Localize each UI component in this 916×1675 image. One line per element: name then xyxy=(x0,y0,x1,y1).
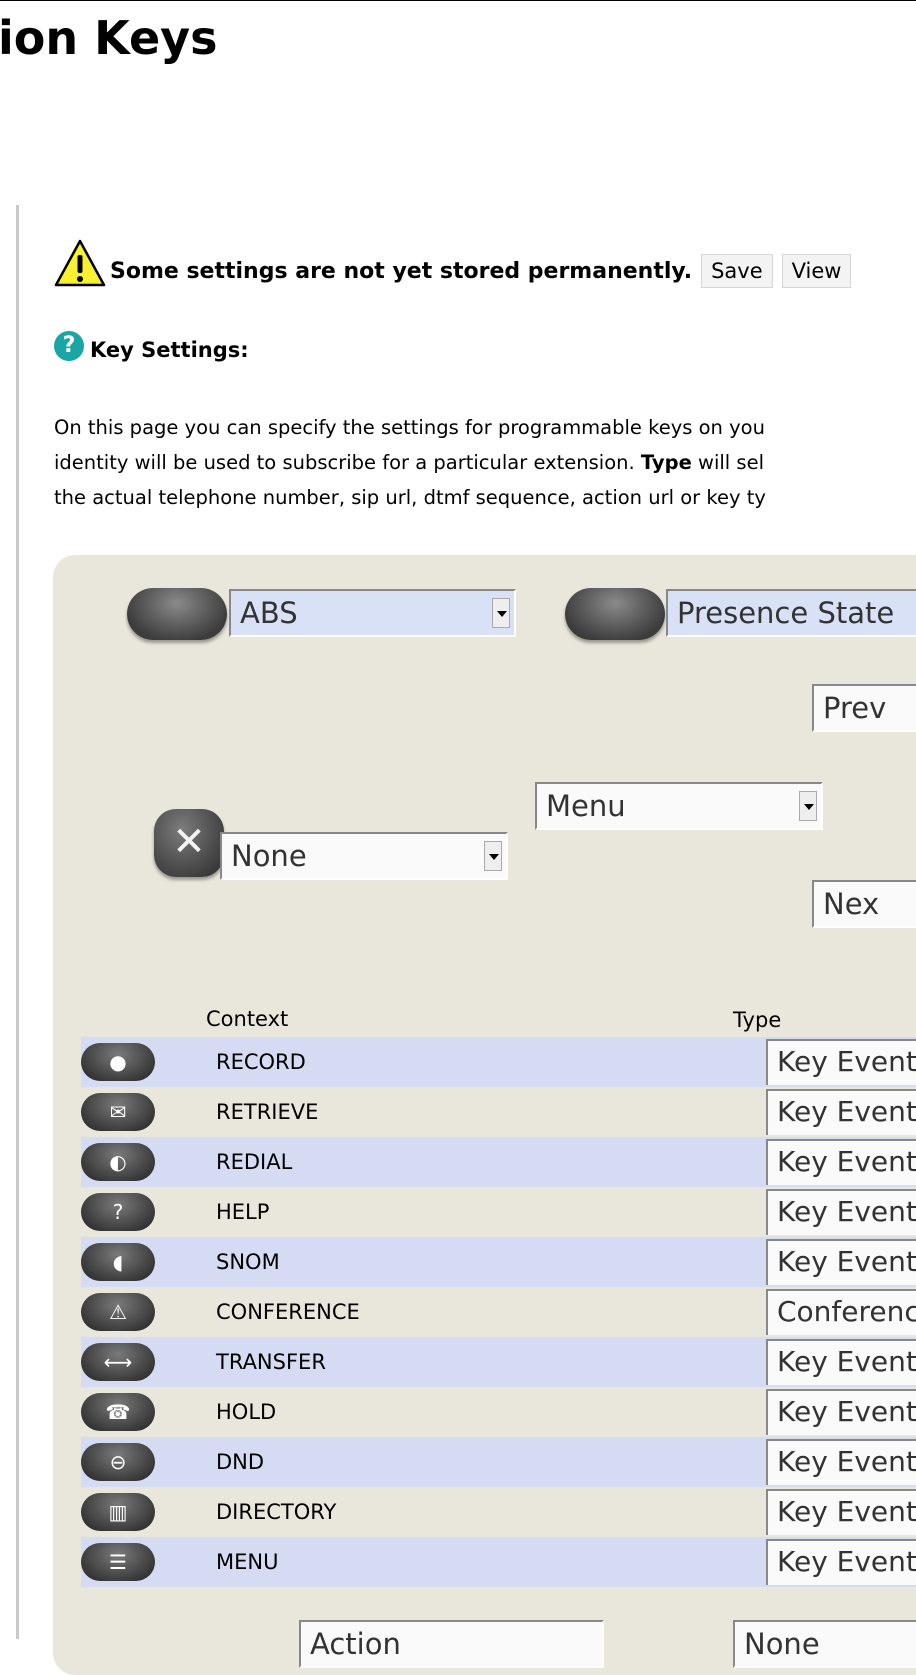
row-context: MENU xyxy=(216,1550,279,1574)
cancel-key: ✕ xyxy=(154,809,224,877)
table-row: ? HELP Key Event xyxy=(81,1187,916,1237)
bottom-right-select[interactable]: None xyxy=(733,1620,916,1668)
page-title: ion Keys xyxy=(0,11,218,65)
row-context: DIRECTORY xyxy=(216,1500,337,1524)
row-type-select[interactable]: Conferenc xyxy=(766,1289,916,1335)
row-context: HELP xyxy=(216,1200,270,1224)
table-row: ☰ MENU Key Event xyxy=(81,1537,916,1587)
key-settings-label: Key Settings: xyxy=(90,338,249,362)
key-settings-heading: ? Key Settings: xyxy=(54,330,249,362)
left-function-key-select[interactable]: ABS xyxy=(229,589,516,637)
row-context: RECORD xyxy=(216,1050,306,1074)
redial-icon: ◐ xyxy=(81,1143,155,1181)
description-line-2: identity will be used to subscribe for a… xyxy=(54,451,764,474)
table-row: ◖ SNOM Key Event xyxy=(81,1237,916,1287)
row-type-select[interactable]: Key Event xyxy=(766,1489,916,1535)
table-row: ▥ DIRECTORY Key Event xyxy=(81,1487,916,1537)
table-row: ● RECORD Key Event xyxy=(81,1037,916,1087)
left-function-key xyxy=(127,588,227,640)
row-type-select[interactable]: Key Event xyxy=(766,1139,916,1185)
row-type-select[interactable]: Key Event xyxy=(766,1189,916,1235)
retrieve-icon: ✉ xyxy=(81,1093,155,1131)
close-icon: ✕ xyxy=(172,819,206,865)
row-type-select[interactable]: Key Event xyxy=(766,1539,916,1585)
right-function-key xyxy=(565,588,665,640)
directory-icon: ▥ xyxy=(81,1493,155,1531)
menu-icon: ☰ xyxy=(81,1543,155,1581)
warning-bar: Some settings are not yet stored permane… xyxy=(54,232,852,288)
chevron-down-icon xyxy=(799,791,817,821)
save-button[interactable]: Save xyxy=(701,254,773,288)
table-row: ☎ HOLD Key Event xyxy=(81,1387,916,1437)
row-context: CONFERENCE xyxy=(216,1300,360,1324)
context-column-header: Context xyxy=(206,1007,289,1031)
row-type-select[interactable]: Key Event xyxy=(766,1089,916,1135)
description-line-1: On this page you can specify the setting… xyxy=(54,416,765,439)
view-button[interactable]: View xyxy=(781,254,852,288)
table-row: ⟷ TRANSFER Key Event xyxy=(81,1337,916,1387)
table-row: ◐ REDIAL Key Event xyxy=(81,1137,916,1187)
row-type-select[interactable]: Key Event xyxy=(766,1239,916,1285)
type-column-header: Type xyxy=(733,1008,782,1032)
row-context: REDIAL xyxy=(216,1150,293,1174)
row-context: HOLD xyxy=(216,1400,277,1424)
type-emphasis: Type xyxy=(640,451,692,474)
conference-icon: ⚠ xyxy=(81,1293,155,1331)
row-context: SNOM xyxy=(216,1250,280,1274)
dnd-icon: ⊖ xyxy=(81,1443,155,1481)
table-row: ✉ RETRIEVE Key Event xyxy=(81,1087,916,1137)
warning-icon xyxy=(54,239,106,287)
table-row: ⚠ CONFERENCE Conferenc xyxy=(81,1287,916,1337)
help-icon[interactable]: ? xyxy=(54,331,84,361)
prev-key-select[interactable]: Prev xyxy=(812,684,916,732)
row-type-select[interactable]: Key Event xyxy=(766,1389,916,1435)
snom-icon: ◖ xyxy=(81,1243,155,1281)
right-function-key-select[interactable]: Presence State xyxy=(666,589,916,637)
hold-icon: ☎ xyxy=(81,1393,155,1431)
top-border xyxy=(0,0,916,1)
record-icon: ● xyxy=(81,1043,155,1081)
content-left-border xyxy=(16,205,19,1639)
description: On this page you can specify the setting… xyxy=(54,410,916,515)
cancel-key-select[interactable]: None xyxy=(220,832,508,880)
warning-text: Some settings are not yet stored permane… xyxy=(110,259,693,284)
help-icon: ? xyxy=(81,1193,155,1231)
table-row: ⊖ DND Key Event xyxy=(81,1437,916,1487)
next-key-select[interactable]: Nex xyxy=(812,880,916,928)
transfer-icon: ⟷ xyxy=(81,1343,155,1381)
row-type-select[interactable]: Key Event xyxy=(766,1039,916,1085)
menu-key-select[interactable]: Menu xyxy=(535,782,823,830)
bottom-left-select[interactable]: Action xyxy=(299,1620,604,1668)
row-context: DND xyxy=(216,1450,265,1474)
row-type-select[interactable]: Key Event xyxy=(766,1339,916,1385)
description-line-3: the actual telephone number, sip url, dt… xyxy=(54,486,766,509)
row-type-select[interactable]: Key Event xyxy=(766,1439,916,1485)
row-context: TRANSFER xyxy=(216,1350,326,1374)
row-context: RETRIEVE xyxy=(216,1100,319,1124)
chevron-down-icon xyxy=(484,841,502,871)
chevron-down-icon xyxy=(492,598,510,628)
